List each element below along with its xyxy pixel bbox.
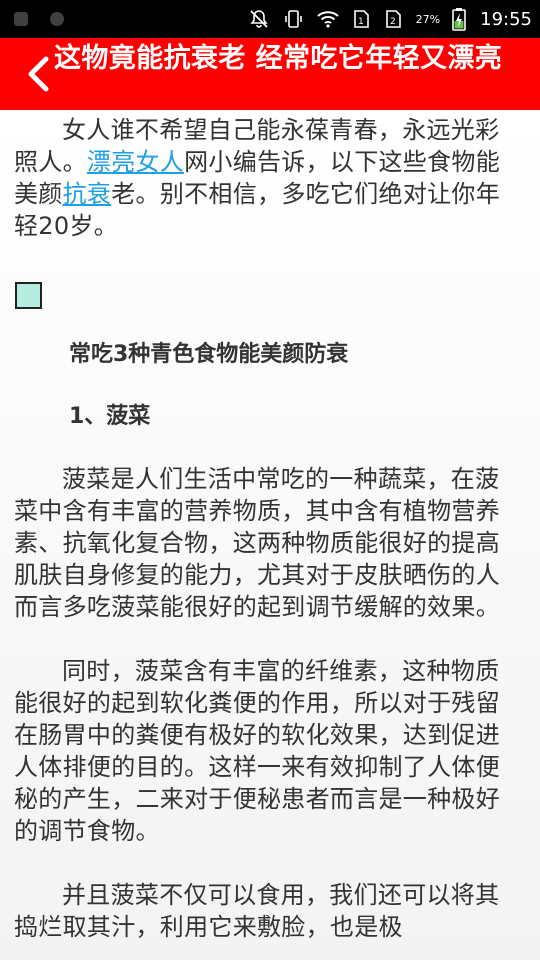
battery-charging-icon: [452, 8, 466, 31]
back-arrow-icon[interactable]: [24, 56, 54, 92]
sim2-signal-icon: 2: [385, 10, 401, 28]
image-placeholder[interactable]: [15, 282, 42, 309]
clock: 19:55: [480, 8, 532, 30]
status-bar: 1 2 27% 19:55: [0, 0, 540, 38]
title-bar: 这物竟能抗衰老 经常吃它年轻又漂亮: [0, 38, 540, 110]
app-notification-icon: [14, 12, 28, 26]
intro-paragraph: 女人谁不希望自己能永葆青春，永远光彩照人。漂亮女人网小编告诉，以下这些食物能美颜…: [14, 116, 501, 240]
link-beauty-woman[interactable]: 漂亮女人: [87, 148, 184, 176]
sim1-signal-icon: 1: [353, 10, 369, 28]
subsection-heading: 1、菠菜: [69, 404, 151, 429]
paragraph-3: 并且菠菜不仅可以食用，我们还可以将其捣烂取其汁，利用它来敷脸，也是极: [14, 881, 500, 941]
svg-text:1: 1: [358, 17, 364, 27]
svg-text:2: 2: [390, 17, 396, 27]
article-body[interactable]: 女人谁不希望自己能永葆青春，永远光彩照人。漂亮女人网小编告诉，以下这些食物能美颜…: [0, 110, 540, 960]
wifi-icon: [316, 11, 339, 28]
link-anti-aging[interactable]: 抗衰: [63, 180, 112, 208]
paragraph-2: 同时，菠菜含有丰富的纤维素，这种物质能很好的起到软化粪便的作用，所以对于残留在肠…: [14, 657, 500, 845]
wechat-icon: [50, 12, 64, 26]
page-title: 这物竟能抗衰老 经常吃它年轻又漂亮: [54, 43, 503, 74]
mute-icon: [250, 10, 268, 28]
section-heading: 常吃3种青色食物能美颜防衰: [69, 342, 349, 367]
notification-icons: [12, 0, 68, 38]
battery-percent: 27%: [415, 12, 441, 26]
vibrate-icon: [284, 10, 302, 28]
paragraph-1: 菠菜是人们生活中常吃的一种蔬菜，在菠菜中含有丰富的营养物质，其中含有植物营养素、…: [14, 465, 500, 621]
